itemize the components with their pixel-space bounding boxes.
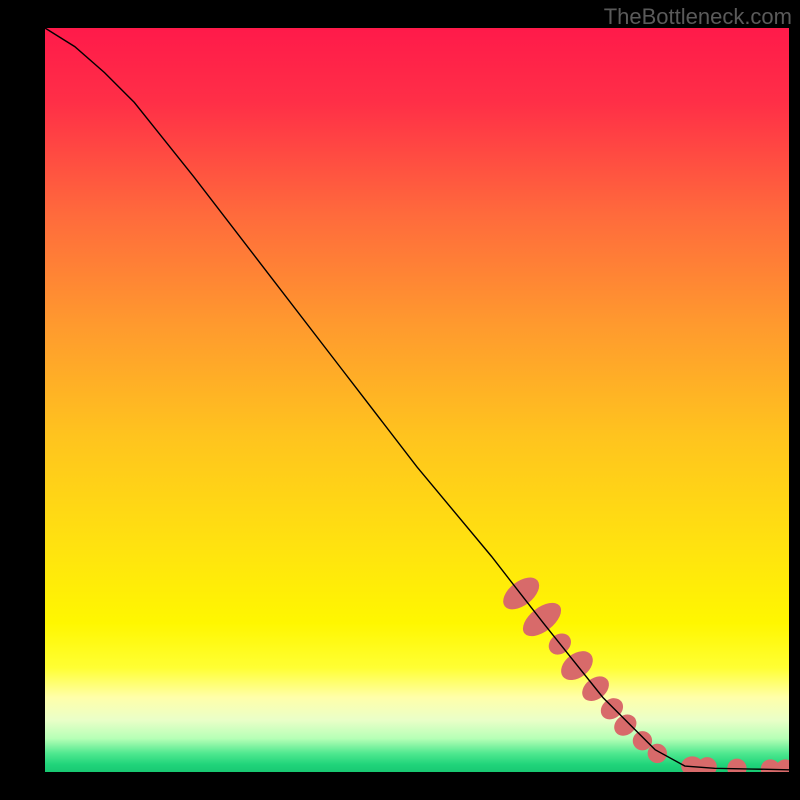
plot-area: [45, 28, 789, 772]
highlight-marker: [727, 759, 746, 772]
highlight-marker: [697, 757, 716, 772]
watermark-label: TheBottleneck.com: [604, 4, 792, 30]
chart-curve: [45, 28, 789, 772]
chart-container: TheBottleneck.com: [0, 0, 800, 800]
